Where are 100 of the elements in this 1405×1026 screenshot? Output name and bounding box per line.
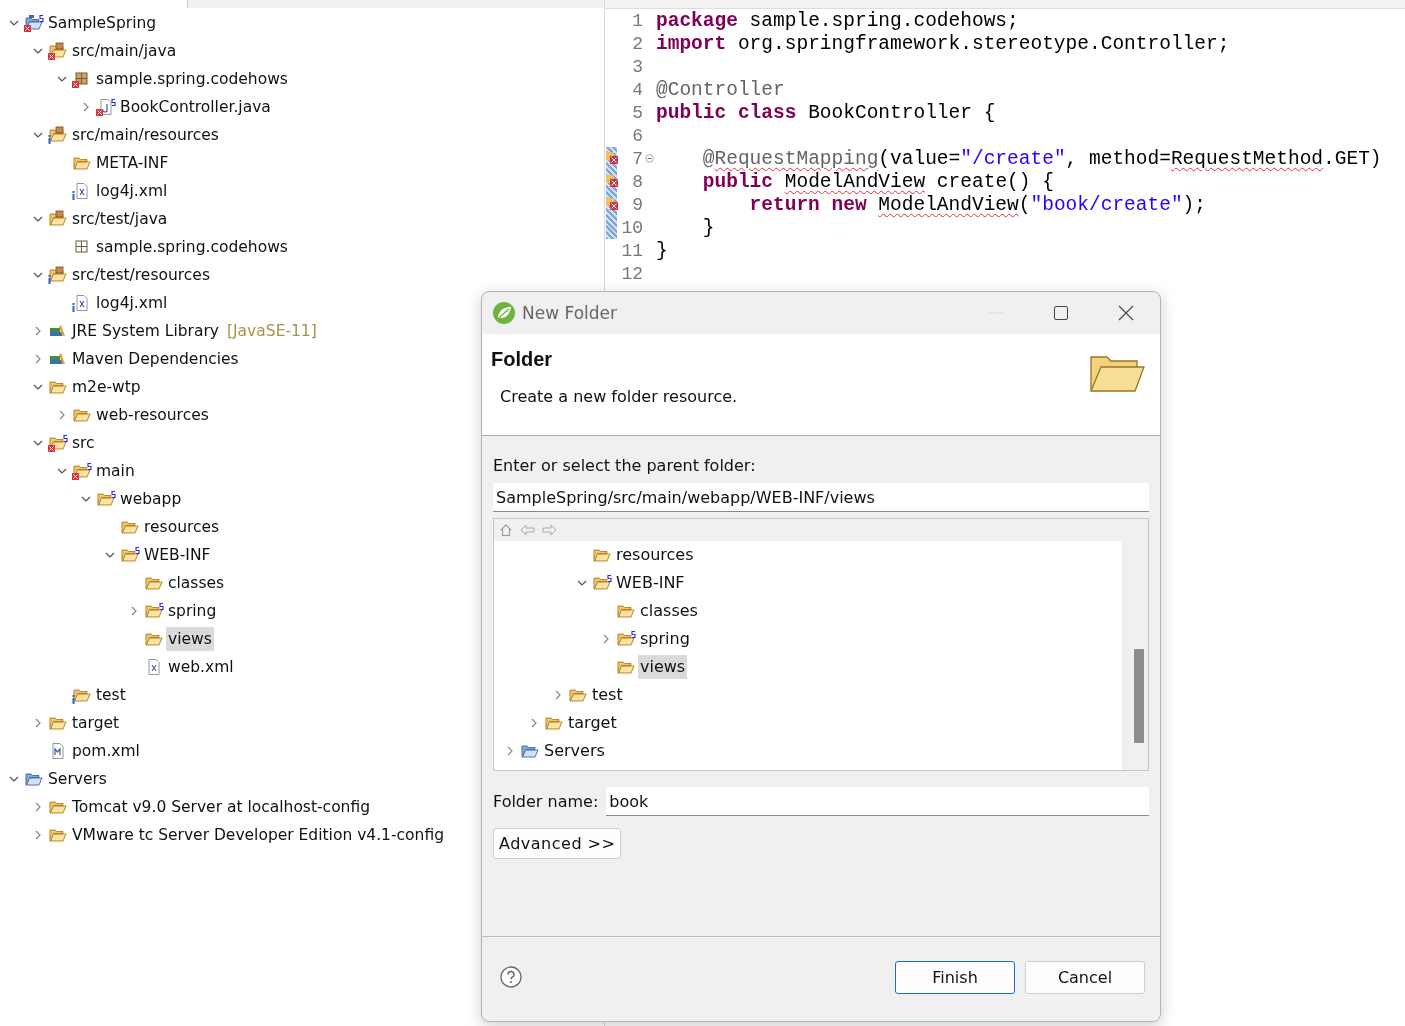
tree-item[interactable]: target <box>566 711 619 735</box>
leaf-logo-icon <box>492 301 516 325</box>
tree-item[interactable]: sample.spring.codehows <box>94 235 290 259</box>
chevron-right-icon[interactable] <box>530 718 538 728</box>
chevron-right-icon[interactable] <box>34 802 42 812</box>
tree-item[interactable]: Servers <box>46 767 109 791</box>
line-number: 9 <box>631 194 643 215</box>
code-line: return new ModelAndView("book/create"); <box>748 193 1206 216</box>
tree-item[interactable]: sample.spring.codehows <box>94 67 290 91</box>
version-label: [JavaSE-11] <box>227 322 317 340</box>
tree-item[interactable]: Maven Dependencies <box>70 347 241 371</box>
tree-item[interactable]: src <box>70 431 97 455</box>
page-description: Create a new folder resource. <box>499 387 739 406</box>
code-line: @Controller <box>655 78 785 101</box>
chevron-right-icon[interactable] <box>34 354 42 364</box>
tree-item[interactable]: test <box>590 683 625 707</box>
tree-item[interactable]: Servers <box>542 739 607 763</box>
tree-item[interactable]: pom.xml <box>70 739 142 763</box>
tree-item[interactable]: src/main/resources <box>70 123 221 147</box>
chevron-right-icon[interactable] <box>602 634 610 644</box>
tree-item[interactable]: resources <box>614 543 696 567</box>
parent-folder-field[interactable]: SampleSpring/src/main/webapp/WEB-INF/views <box>493 483 1149 512</box>
maximize-icon[interactable] <box>1054 306 1068 320</box>
tree-item[interactable]: main <box>94 459 137 483</box>
advanced-button[interactable]: Advanced >> <box>493 828 622 859</box>
code-line: public ModelAndView create() { <box>701 170 1054 193</box>
chevron-down-icon[interactable] <box>9 775 19 783</box>
chevron-right-icon[interactable] <box>34 326 42 336</box>
tree-item[interactable]: target <box>70 711 122 735</box>
close-icon[interactable] <box>1118 305 1134 321</box>
code-line: @RequestMapping(value="/create", method=RequestMethod.GET) <box>701 147 1382 170</box>
tree-item[interactable]: WEB-INF <box>614 571 687 595</box>
line-number: 1 <box>631 10 643 31</box>
line-number: 3 <box>631 56 643 77</box>
code-line: } <box>655 239 668 262</box>
chevron-down-icon[interactable] <box>577 579 587 587</box>
line-number: 8 <box>631 171 643 192</box>
cancel-button[interactable]: Cancel <box>1025 960 1145 994</box>
tree-item[interactable]: m2e-wtp <box>70 375 143 399</box>
tree-item[interactable]: test <box>94 683 128 707</box>
line-number: 6 <box>631 125 643 146</box>
chevron-right-icon[interactable] <box>34 718 42 728</box>
tree-item[interactable]: META-INF <box>94 151 171 175</box>
scrollbar-thumb[interactable] <box>1134 649 1144 743</box>
tree-item[interactable]: spring <box>638 627 692 651</box>
tree-item[interactable]: log4j.xml <box>94 179 170 203</box>
tree-item[interactable]: classes <box>638 599 700 623</box>
chevron-right-icon[interactable] <box>130 606 138 616</box>
chevron-down-icon[interactable] <box>57 467 67 475</box>
tree-item[interactable]: webapp <box>118 487 184 511</box>
chevron-down-icon[interactable] <box>33 131 43 139</box>
tree-item[interactable]: JRE System Library <box>70 319 221 343</box>
line-number: 4 <box>631 79 643 100</box>
tree-item[interactable]: web-resources <box>94 403 211 427</box>
chevron-down-icon[interactable] <box>57 75 67 83</box>
tree-item[interactable]: Tomcat v9.0 Server at localhost-config <box>70 795 373 819</box>
chevron-down-icon[interactable] <box>9 19 19 27</box>
field-label: Enter or select the parent folder: <box>493 456 757 475</box>
chevron-down-icon[interactable] <box>81 495 91 503</box>
tree-item[interactable]: log4j.xml <box>94 291 170 315</box>
chevron-right-icon[interactable] <box>506 746 514 756</box>
tree-item[interactable]: classes <box>166 571 227 595</box>
page-title: Folder <box>491 348 554 371</box>
tree-item[interactable]: views <box>166 627 214 651</box>
chevron-right-icon[interactable] <box>58 410 66 420</box>
code-line: } <box>701 216 715 239</box>
code-line: package sample.spring.codehows; <box>655 9 1019 32</box>
tree-item[interactable]: VMware tc Server Developer Edition v4.1-config <box>70 823 446 847</box>
line-number: 12 <box>620 263 643 284</box>
finish-button[interactable]: Finish <box>895 960 1015 994</box>
chevron-right-icon[interactable] <box>82 102 90 112</box>
tree-item[interactable]: src/test/resources <box>70 263 212 287</box>
tree-item[interactable]: WEB-INF <box>142 543 213 567</box>
tree-item[interactable]: SampleSpring <box>46 11 159 35</box>
help-icon[interactable] <box>500 966 522 988</box>
tree-item[interactable]: views <box>638 655 688 679</box>
chevron-down-icon[interactable] <box>33 439 43 447</box>
window-title: New Folder <box>522 303 618 323</box>
tree-item[interactable]: resources <box>142 515 222 539</box>
chevron-down-icon[interactable] <box>33 383 43 391</box>
line-number: 5 <box>631 102 643 123</box>
chevron-right-icon[interactable] <box>554 690 562 700</box>
tree-item[interactable]: src/test/java <box>70 207 170 231</box>
tree-item[interactable]: src/main/java <box>70 39 179 63</box>
line-number: 11 <box>620 240 643 261</box>
tree-item[interactable]: spring <box>166 599 219 623</box>
collapse-icon[interactable] <box>644 154 654 163</box>
folder-name-field[interactable]: book <box>606 787 1149 816</box>
line-number: 7 <box>631 148 643 169</box>
code-line: public class BookController { <box>655 101 996 124</box>
chevron-down-icon[interactable] <box>33 271 43 279</box>
chevron-down-icon[interactable] <box>33 215 43 223</box>
tree-item[interactable]: BookController.java <box>118 95 273 119</box>
line-number: 10 <box>620 217 643 238</box>
chevron-down-icon[interactable] <box>33 47 43 55</box>
folder-icon <box>592 574 612 592</box>
chevron-right-icon[interactable] <box>34 830 42 840</box>
tree-item[interactable]: web.xml <box>166 655 236 679</box>
code-line: import org.springframework.stereotype.Controller; <box>655 32 1230 55</box>
chevron-down-icon[interactable] <box>105 551 115 559</box>
